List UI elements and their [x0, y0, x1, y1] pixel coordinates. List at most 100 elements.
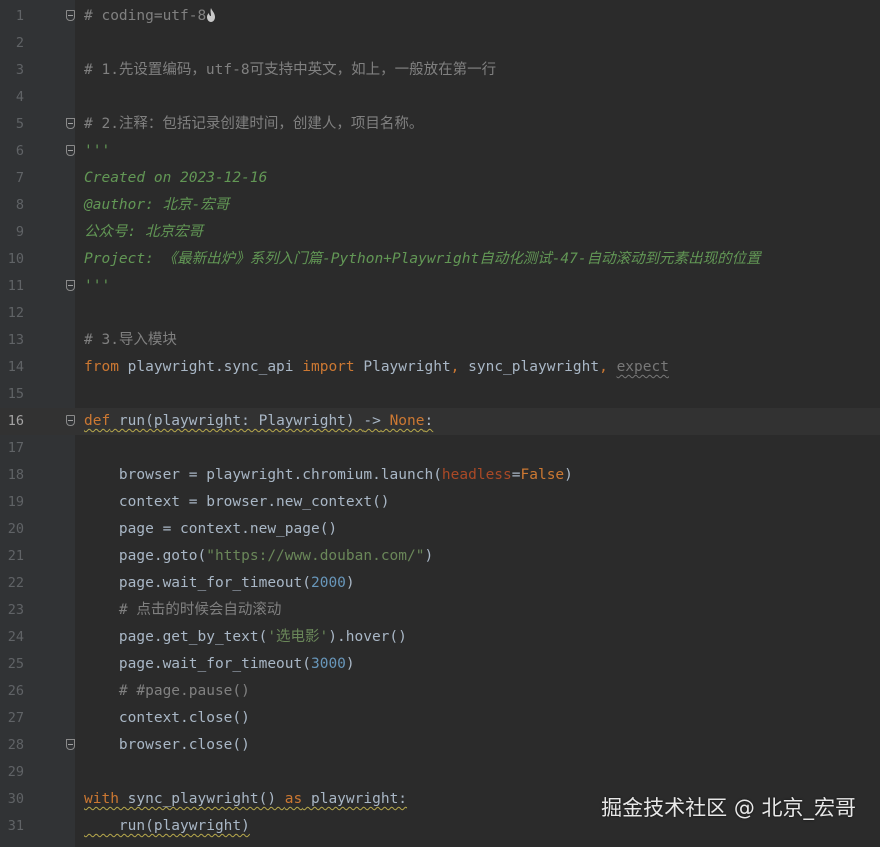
code-line[interactable]: 17 — [0, 435, 880, 462]
code-text: # 2.注释：包括记录创建时间，创建人，项目名称。 — [84, 111, 423, 138]
code-line[interactable]: 26 # #page.pause() — [0, 678, 880, 705]
code-line[interactable]: 1 # coding=utf-8 — [0, 3, 880, 30]
fold-marker-icon[interactable] — [66, 415, 75, 426]
code-line[interactable]: 18 browser = playwright.chromium.launch(… — [0, 462, 880, 489]
code-text: @author: 北京-宏哥 — [84, 192, 229, 219]
line-number: 22 — [7, 575, 24, 591]
code-token: ) — [345, 656, 355, 672]
code-text: page.goto("https://www.douban.com/") — [84, 543, 433, 570]
code-text: with sync_playwright() as playwright: — [84, 786, 407, 813]
code-token: = — [511, 467, 521, 483]
fold-marker-icon[interactable] — [66, 739, 75, 750]
line-number: 29 — [7, 764, 24, 780]
code-token: , — [599, 359, 608, 375]
line-number: 7 — [15, 170, 24, 186]
code-line[interactable]: 10 Project: 《最新出炉》系列入门篇-Python+Playwright… — [0, 246, 880, 273]
code-line[interactable]: 23 # 点击的时候会自动滚动 — [0, 597, 880, 624]
code-token: playwright.sync_api — [118, 359, 303, 375]
code-line[interactable]: 5 # 2.注释：包括记录创建时间，创建人，项目名称。 — [0, 111, 880, 138]
fold-marker-icon[interactable] — [66, 10, 75, 21]
line-number: 19 — [7, 494, 24, 510]
code-line[interactable]: 25 page.wait_for_timeout(3000) — [0, 651, 880, 678]
line-number: 2 — [15, 35, 24, 51]
code-token: 公众号: 北京宏哥 — [84, 224, 203, 240]
code-line[interactable]: 4 — [0, 84, 880, 111]
code-text: page.wait_for_timeout(3000) — [84, 651, 355, 678]
code-token: ) — [345, 575, 355, 591]
code-text: from playwright.sync_api import Playwrig… — [84, 354, 669, 381]
line-number: 11 — [7, 278, 24, 294]
code-line[interactable]: 21 page.goto("https://www.douban.com/") — [0, 543, 880, 570]
line-number: 13 — [7, 332, 24, 348]
code-token: browser.close() — [84, 737, 250, 753]
code-line[interactable]: 2 — [0, 30, 880, 57]
line-number: 27 — [7, 710, 24, 726]
line-number: 25 — [7, 656, 24, 672]
line-number: 12 — [7, 305, 24, 321]
code-text: context.close() — [84, 705, 250, 732]
code-token: # 2.注释：包括记录创建时间，创建人，项目名称。 — [84, 116, 424, 132]
code-line[interactable]: 24 page.get_by_text('选电影').hover() — [0, 624, 880, 651]
code-token: page = context.new_page() — [84, 521, 338, 537]
watermark: 掘金技术社区 @ 北京_宏哥 — [601, 796, 856, 820]
line-number: 23 — [7, 602, 24, 618]
code-line[interactable]: 12 — [0, 300, 880, 327]
code-token: '选电影' — [267, 629, 329, 645]
code-text: page.wait_for_timeout(2000) — [84, 570, 355, 597]
code-token: ) — [564, 467, 573, 483]
line-number: 3 — [15, 62, 24, 78]
code-token: ).hover() — [328, 629, 407, 645]
code-text: 公众号: 北京宏哥 — [84, 219, 203, 246]
line-number: 17 — [7, 440, 24, 456]
line-number: 16 — [7, 413, 24, 429]
code-token: context = browser.new_context() — [84, 494, 390, 510]
code-token: ''' — [84, 278, 111, 294]
code-line[interactable]: 19 context = browser.new_context() — [0, 489, 880, 516]
code-token: Project: 《最新出炉》系列入门篇-Python+Playwright自动… — [84, 251, 761, 267]
code-line[interactable]: 7 Created on 2023-12-16 — [0, 165, 880, 192]
code-line[interactable]: 14 from playwright.sync_api import Playwr… — [0, 354, 880, 381]
code-text: run(playwright) — [84, 813, 250, 840]
line-number: 4 — [15, 89, 24, 105]
code-editor[interactable]: 1 # coding=utf-8 2 3 # 1.先设置编码，utf-8可支持中英文，如… — [0, 0, 880, 847]
code-token: expect — [616, 359, 669, 375]
code-line[interactable]: 29 — [0, 759, 880, 786]
code-line[interactable]: 22 page.wait_for_timeout(2000) — [0, 570, 880, 597]
code-text: context = browser.new_context() — [84, 489, 390, 516]
line-number: 28 — [7, 737, 24, 753]
code-line[interactable]: 27 context.close() — [0, 705, 880, 732]
code-token: Playwright — [354, 359, 451, 375]
code-text: # 3.导入模块 — [84, 327, 177, 354]
line-number: 5 — [15, 116, 24, 132]
code-line[interactable]: 6 ''' — [0, 138, 880, 165]
code-token: playwright: — [302, 791, 408, 807]
fold-marker-icon[interactable] — [66, 145, 75, 156]
flame-icon — [207, 8, 216, 22]
line-number: 26 — [7, 683, 24, 699]
code-token: ''' — [84, 143, 111, 159]
line-number: 1 — [15, 8, 24, 24]
fold-marker-icon[interactable] — [66, 280, 75, 291]
code-line[interactable]: 20 page = context.new_page() — [0, 516, 880, 543]
code-token: # coding=utf-8 — [84, 8, 207, 24]
code-token: @author: 北京-宏哥 — [84, 197, 230, 213]
code-line[interactable]: 8 @author: 北京-宏哥 — [0, 192, 880, 219]
code-line[interactable]: 15 — [0, 381, 880, 408]
fold-marker-icon[interactable] — [66, 118, 75, 129]
code-text: page.get_by_text('选电影').hover() — [84, 624, 407, 651]
code-line[interactable]: 3 # 1.先设置编码，utf-8可支持中英文，如上，一般放在第一行 — [0, 57, 880, 84]
code-token: run(playwright: Playwright) — [110, 413, 364, 429]
line-number: 6 — [15, 143, 24, 159]
code-line[interactable]: 16 def run(playwright: Playwright) -> Non… — [0, 408, 880, 435]
line-number: 9 — [15, 224, 24, 240]
code-token: headless — [441, 467, 512, 483]
code-line[interactable]: 28 browser.close() — [0, 732, 880, 759]
code-line[interactable]: 11 ''' — [0, 273, 880, 300]
code-token: import — [302, 359, 355, 375]
code-token: ) — [424, 548, 434, 564]
line-number: 15 — [7, 386, 24, 402]
code-line[interactable]: 9 公众号: 北京宏哥 — [0, 219, 880, 246]
code-token: page.get_by_text( — [84, 629, 268, 645]
code-line[interactable]: 13 # 3.导入模块 — [0, 327, 880, 354]
code-token: Created on 2023-12-16 — [84, 170, 268, 186]
